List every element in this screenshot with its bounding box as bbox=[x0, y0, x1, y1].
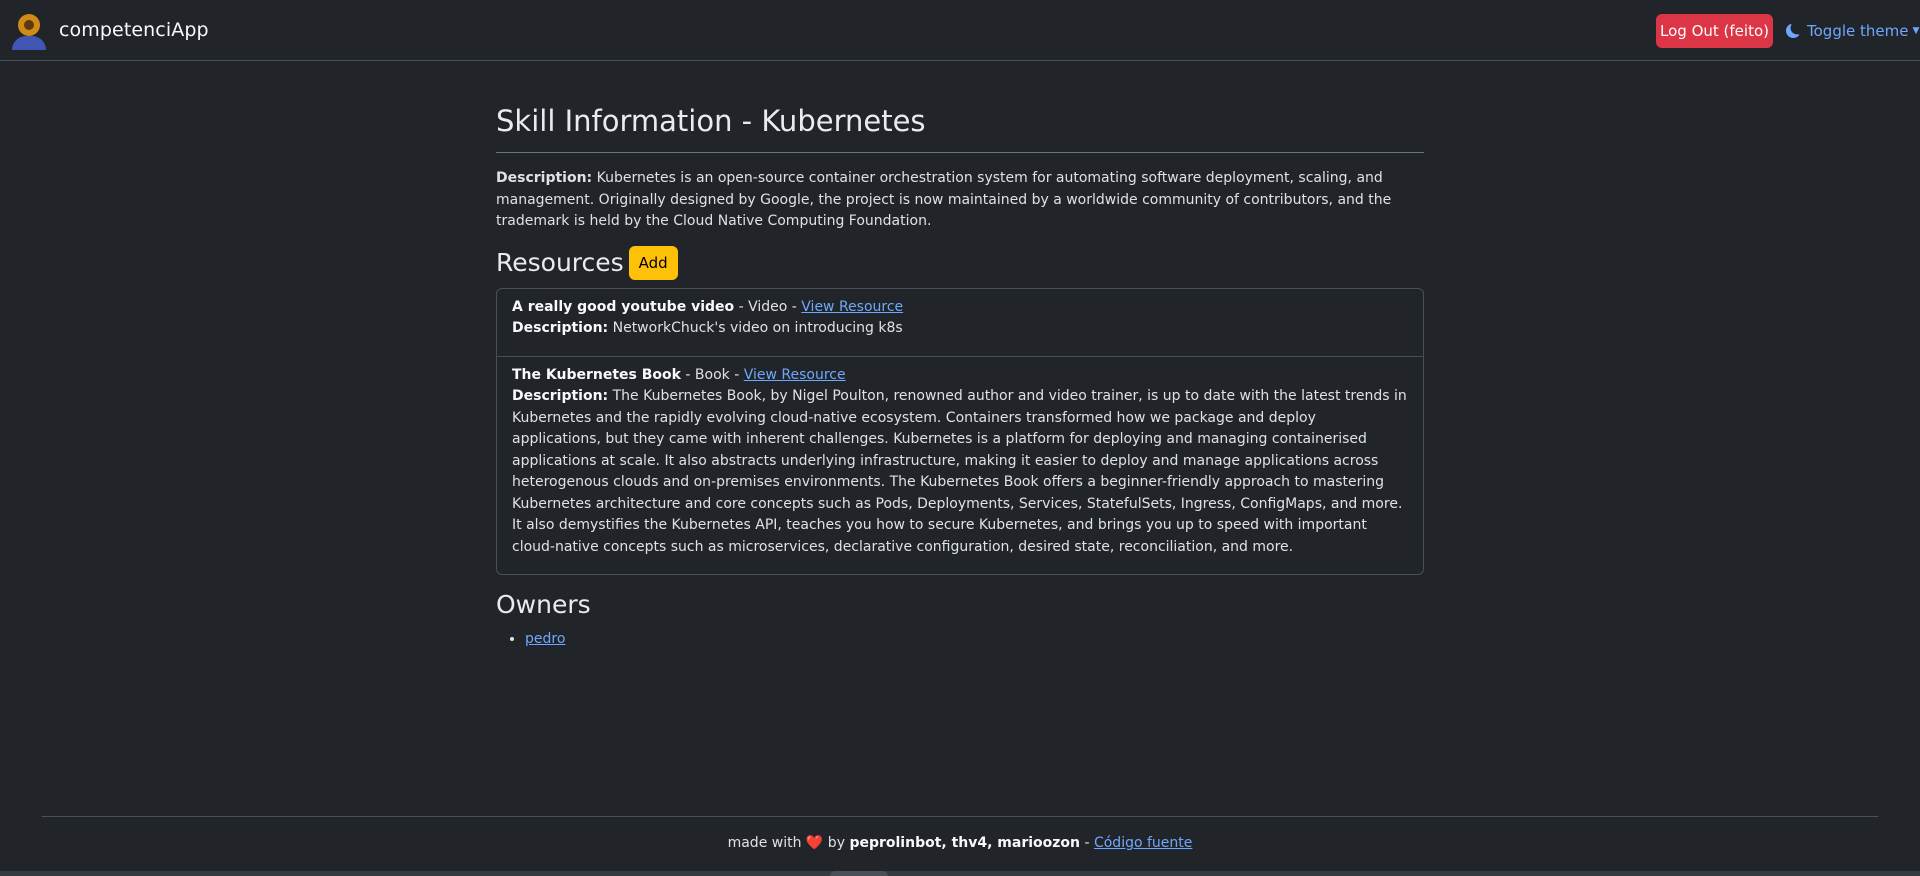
logout-button[interactable]: Log Out (feito) bbox=[1656, 14, 1773, 48]
bottom-scrollbar[interactable] bbox=[0, 871, 1920, 876]
description-label: Description: bbox=[496, 170, 593, 186]
resource-type: - Video - bbox=[734, 298, 802, 315]
chevron-down-icon: ▼ bbox=[1912, 26, 1920, 36]
resource-description-label: Description: bbox=[512, 320, 609, 336]
view-resource-link[interactable]: View Resource bbox=[744, 367, 846, 383]
resource-description: The Kubernetes Book, by Nigel Poulton, r… bbox=[512, 388, 1407, 555]
add-resource-button[interactable]: Add bbox=[628, 245, 678, 280]
resources-title: Resources bbox=[496, 247, 624, 277]
heart-icon: ❤️ bbox=[805, 835, 824, 851]
page-title: Skill Information - Kubernetes bbox=[496, 104, 926, 138]
user-avatar-icon bbox=[12, 12, 46, 50]
resource-name: The Kubernetes Book bbox=[512, 366, 681, 383]
source-code-link[interactable]: Código fuente bbox=[1094, 835, 1192, 851]
resource-description: NetworkChuck's video on introducing k8s bbox=[612, 320, 903, 336]
theme-toggle-dropdown[interactable]: Toggle theme ▼ bbox=[1786, 20, 1919, 42]
theme-toggle-label: Toggle theme bbox=[1807, 22, 1909, 40]
skill-description: Description: Kubernetes is an open-sourc… bbox=[496, 168, 1424, 233]
owners-list: pedro bbox=[496, 629, 1424, 650]
main-content: Skill Information - Kubernetes Descripti… bbox=[496, 100, 1424, 650]
footer-prefix: made with bbox=[727, 835, 806, 851]
footer: made with ❤️ by peprolinbot, thv4, mario… bbox=[0, 832, 1920, 854]
footer-separator: - bbox=[1080, 835, 1094, 851]
brand-name[interactable]: competenciApp bbox=[59, 19, 209, 41]
footer-by: by bbox=[823, 835, 850, 851]
resource-item: A really good youtube video - Video - Vi… bbox=[497, 289, 1423, 356]
resource-type: - Book - bbox=[680, 366, 744, 383]
top-navbar: competenciApp Log Out (feito) Toggle the… bbox=[0, 0, 1920, 61]
description-text: Kubernetes is an open-source container o… bbox=[496, 170, 1392, 229]
footer-authors: peprolinbot, thv4, marioozon bbox=[849, 835, 1081, 851]
view-resource-link[interactable]: View Resource bbox=[801, 299, 903, 315]
resources-header: Resources Add bbox=[496, 245, 1424, 281]
title-divider bbox=[496, 152, 1424, 153]
owner-link[interactable]: pedro bbox=[525, 631, 565, 647]
resource-name: A really good youtube video bbox=[512, 298, 735, 315]
moon-icon bbox=[1786, 24, 1800, 38]
owner-item: pedro bbox=[525, 629, 1424, 650]
brand[interactable]: competenciApp bbox=[12, 12, 209, 50]
resource-description-label: Description: bbox=[512, 388, 609, 404]
footer-divider bbox=[42, 816, 1878, 817]
owners-title: Owners bbox=[496, 590, 591, 619]
scrollbar-thumb[interactable] bbox=[830, 871, 888, 876]
resource-list: A really good youtube video - Video - Vi… bbox=[496, 287, 1424, 575]
resource-item: The Kubernetes Book - Book - View Resour… bbox=[497, 355, 1423, 575]
